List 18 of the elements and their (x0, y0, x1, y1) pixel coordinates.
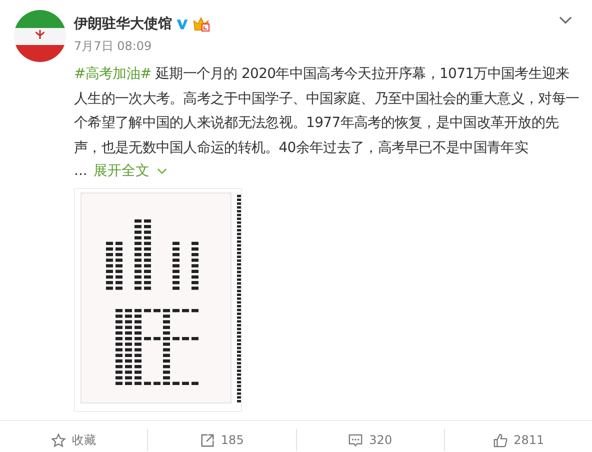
thumbs-up-icon (492, 432, 508, 448)
repost-button[interactable]: 185 (148, 425, 296, 452)
ellipsis: ... (74, 162, 88, 181)
favorite-button[interactable]: 收藏 (0, 425, 148, 452)
chevron-down-icon[interactable] (559, 16, 572, 24)
post-time[interactable]: 7月7日 08:09 (74, 38, 210, 55)
star-icon (51, 432, 66, 448)
expand-link[interactable]: 展开全文 (93, 160, 150, 182)
crown-icon[interactable] (192, 16, 210, 32)
share-icon (200, 432, 215, 448)
answer-sheet-drawing[interactable] (74, 188, 242, 412)
post-text: #高考加油# 延期一个月的 2020年中国高考今天拉开序幕，1071万中国考生迎来人生的一次大考。高考之于中国学子、中国家庭、乃至中国社会的重大意义，对每一个希望了解中国的人来说都无法忽视。1977年高考的恢复，是中国改革开放的先声，也是无数中国人命运的转机。40余年过去了，高考早已不是中国青年实 (74, 65, 580, 158)
hashtag-link[interactable]: #高考加油# (74, 66, 152, 82)
comment-icon (348, 432, 364, 448)
like-button[interactable]: 2811 (444, 425, 592, 452)
comment-button[interactable]: 320 (296, 425, 444, 452)
author-name[interactable]: 伊朗驻华大使馆 (74, 15, 172, 33)
avatar-flag-icon[interactable] (14, 10, 66, 62)
